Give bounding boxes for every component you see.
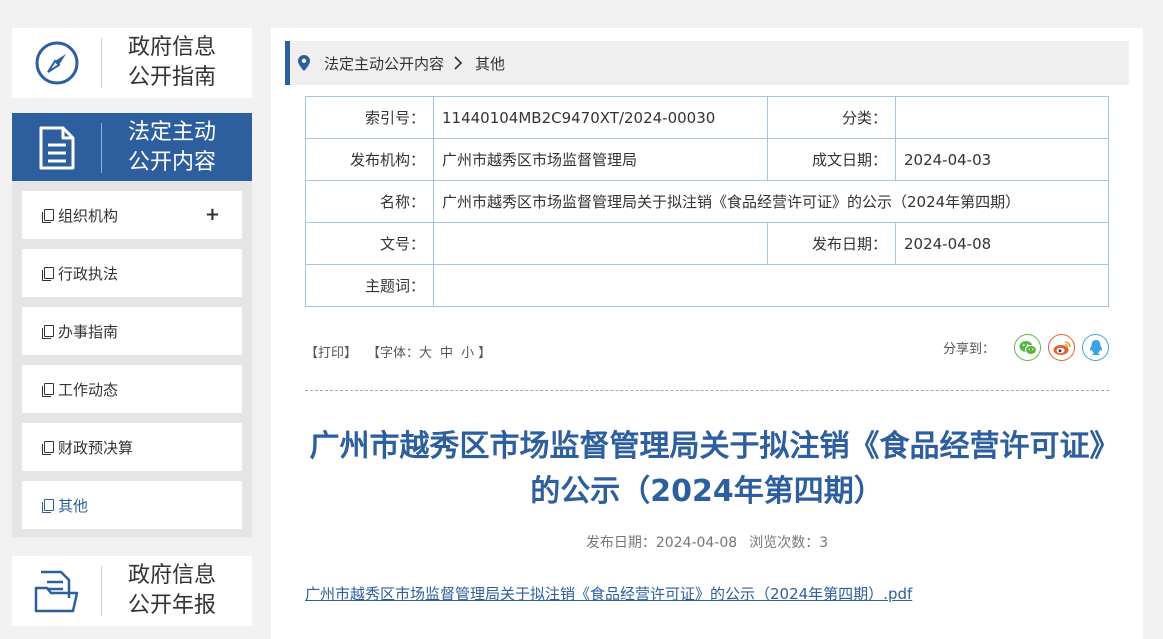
sidebar-item-label: 办事指南 [58, 322, 119, 341]
index-label: 索引号： [305, 96, 434, 139]
docno-value [433, 222, 768, 265]
category-label: 分类： [767, 96, 896, 139]
sidebar-guide-card[interactable]: 政府信息 公开指南 [12, 28, 252, 98]
breadcrumb-item-parent[interactable]: 法定主动公开内容 [324, 53, 444, 74]
qq-icon [1089, 339, 1102, 355]
sidebar-guide-line1: 政府信息 [127, 35, 216, 60]
sidebar-active-card[interactable]: 法定主动 公开内容 [12, 113, 252, 183]
share-label: 分享到： [942, 342, 995, 357]
sidebar-item-label: 行政执法 [58, 264, 119, 283]
sidebar-item-work-news[interactable]: 工作动态 [22, 365, 242, 413]
document-small-icon [42, 382, 54, 397]
docno-label: 文号： [305, 222, 434, 265]
sidebar-item-label: 工作动态 [58, 380, 119, 399]
sidebar-annual-card[interactable]: 政府信息 公开年报 [12, 556, 252, 626]
qq-share-button[interactable] [1082, 334, 1109, 361]
publisher-label: 发布机构： [305, 138, 434, 181]
sidebar-item-law-enforcement[interactable]: 行政执法 [22, 249, 242, 297]
location-pin-icon [298, 55, 310, 71]
font-size-prefix: 【字体： [367, 345, 420, 361]
sidebar-annual-line1: 政府信息 [127, 563, 216, 588]
published-date-value: 2024-04-08 [895, 222, 1109, 265]
document-small-icon [42, 324, 54, 339]
name-label: 名称： [305, 180, 434, 223]
sidebar-annual-line2: 公开年报 [127, 593, 216, 618]
sidebar-menu: 组织机构 + 行政执法 办事指南 工作动态 财政预决算 其他 [12, 181, 252, 537]
article-tools: 【打印】 【字体：大中小】 分享到： [305, 334, 1109, 362]
attachment-link[interactable]: 广州市越秀区市场监督管理局关于拟注销《食品经营许可证》的公示（2024年第四期）… [305, 583, 912, 604]
weibo-share-button[interactable] [1048, 334, 1075, 361]
compass-icon [35, 41, 79, 85]
created-date-value: 2024-04-03 [895, 138, 1109, 181]
document-meta-table: 索引号： 11440104MB2C9470XT/2024-00030 分类： 发… [305, 96, 1109, 307]
article-pub-date: 发布日期：2024-04-08 [585, 535, 738, 551]
breadcrumb: 法定主动公开内容 其他 [285, 41, 1129, 85]
document-small-icon [42, 440, 54, 455]
sidebar-guide-line2: 公开指南 [127, 65, 216, 90]
document-small-icon [42, 266, 54, 281]
sidebar-item-budget[interactable]: 财政预决算 [22, 423, 242, 471]
article-title: 广州市越秀区市场监督管理局关于拟注销《食品经营许可证》的公示（2024年第四期） [309, 429, 1105, 509]
main-content: 法定主动公开内容 其他 索引号： 11440104MB2C9470XT/2024… [271, 28, 1143, 639]
sidebar-item-label: 其他 [58, 496, 89, 515]
document-icon [39, 126, 75, 170]
folder-document-icon [34, 570, 79, 613]
publisher-value: 广州市越秀区市场监督管理局 [433, 138, 768, 181]
chevron-right-icon [454, 56, 463, 70]
expand-icon[interactable]: + [205, 204, 220, 225]
divider [305, 390, 1109, 391]
published-date-label: 发布日期： [767, 222, 896, 265]
article-info: 发布日期：2024-04-08 浏览次数：3 [305, 532, 1109, 552]
category-value [895, 96, 1109, 139]
document-small-icon [42, 498, 54, 513]
sidebar-item-label: 组织机构 [58, 206, 119, 225]
subject-label: 主题词： [305, 264, 434, 307]
font-size-suffix: 】 [478, 345, 492, 361]
sidebar-item-organization[interactable]: 组织机构 + [22, 191, 242, 239]
index-value: 11440104MB2C9470XT/2024-00030 [433, 96, 768, 139]
font-size-controls: 【字体：大中小】 [367, 342, 491, 361]
document-small-icon [42, 208, 54, 223]
share-bar: 分享到： [943, 334, 1109, 361]
wechat-share-button[interactable] [1014, 334, 1041, 361]
sidebar-item-service-guide[interactable]: 办事指南 [22, 307, 242, 355]
sidebar-item-label: 财政预决算 [58, 438, 134, 457]
name-value: 广州市越秀区市场监督管理局关于拟注销《食品经营许可证》的公示（2024年第四期） [433, 180, 1109, 223]
font-small-button[interactable]: 小 [461, 346, 474, 361]
sidebar-active-line1: 法定主动 [127, 120, 216, 145]
sidebar-active-line2: 公开内容 [127, 150, 216, 175]
created-date-label: 成文日期： [767, 138, 896, 181]
article-views: 浏览次数：3 [749, 535, 829, 551]
weibo-icon [1053, 340, 1071, 355]
sidebar-item-other[interactable]: 其他 [22, 481, 242, 529]
breadcrumb-item-current[interactable]: 其他 [475, 53, 505, 74]
font-large-button[interactable]: 大 [419, 346, 432, 361]
font-medium-button[interactable]: 中 [440, 346, 453, 361]
wechat-icon [1019, 340, 1037, 355]
print-button[interactable]: 【打印】 [305, 342, 357, 361]
subject-value [433, 264, 1109, 307]
